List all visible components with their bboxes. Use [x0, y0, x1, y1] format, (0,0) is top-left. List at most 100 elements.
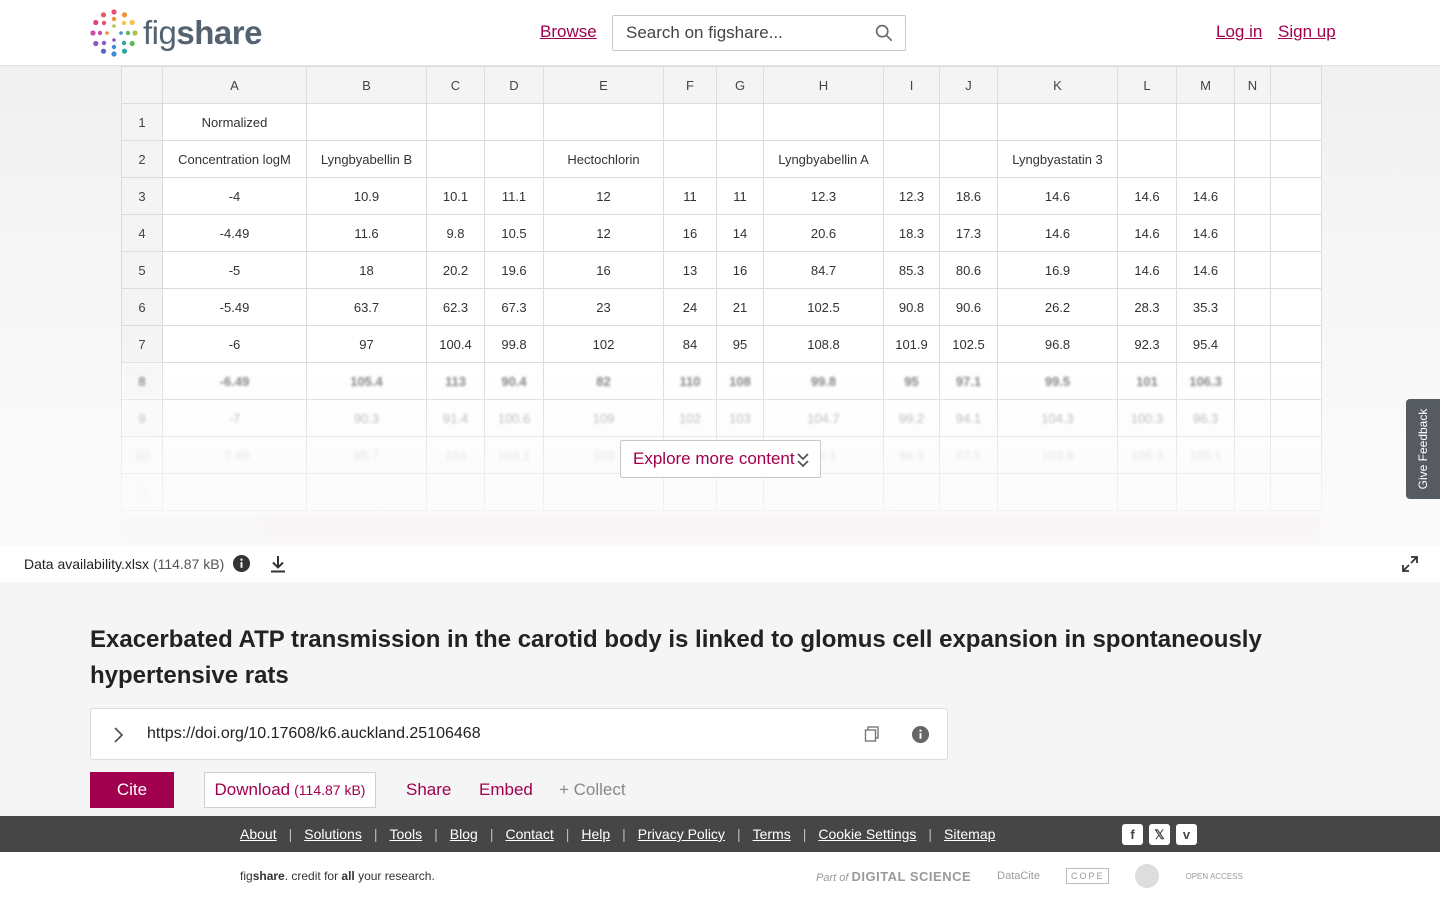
- sheet-row: 9 -7 90.3 91.4 100.6 109 102 103 104.7 99.2 94.1 10…: [121, 399, 1322, 437]
- sheet-cell: 85.3: [883, 251, 940, 289]
- sheet-cell: 100.3: [1117, 399, 1177, 437]
- sheet-cell: 14.6: [1176, 177, 1235, 215]
- copy-icon[interactable]: [863, 725, 881, 743]
- cope-logo[interactable]: COPE: [1065, 868, 1110, 884]
- sheet-cell: [939, 140, 998, 178]
- facebook-icon[interactable]: f: [1122, 824, 1143, 845]
- sheet-cell: [716, 473, 764, 511]
- footer-link-terms[interactable]: Terms: [753, 826, 791, 842]
- logo-fig: fig: [143, 14, 177, 51]
- sheet-cell: 95.7: [306, 436, 427, 474]
- sheet-cell: [484, 473, 544, 511]
- sheet-cell: 92.3: [1117, 325, 1177, 363]
- doi-url[interactable]: https://doi.org/10.17608/k6.auckland.251…: [147, 725, 481, 743]
- sheet-cell: 104: [426, 436, 485, 474]
- embed-link[interactable]: Embed: [479, 780, 533, 800]
- sheet-cell: -6.49: [162, 362, 307, 400]
- figshare-logo[interactable]: figshare: [89, 8, 262, 58]
- explore-more-button[interactable]: Explore more content: [620, 440, 821, 478]
- sheet-cell: [716, 103, 764, 141]
- cite-button[interactable]: Cite: [90, 772, 174, 808]
- search-box: [612, 15, 906, 51]
- seal-logo-icon[interactable]: [1135, 864, 1160, 888]
- x-twitter-icon[interactable]: 𝕏: [1149, 824, 1170, 845]
- sheet-cell: 99.5: [997, 362, 1118, 400]
- download-icon[interactable]: [268, 554, 288, 574]
- footer-link-about[interactable]: About: [240, 826, 277, 842]
- share-link[interactable]: Share: [406, 780, 451, 800]
- sheet-cell: [1234, 140, 1271, 178]
- sheet-cell: [1176, 103, 1235, 141]
- sheet-cell: [1270, 251, 1322, 289]
- article-actions: Cite Download (114.87 kB) Share Embed + C…: [90, 772, 790, 808]
- sheet-cell: 13: [663, 251, 717, 289]
- download-button[interactable]: Download (114.87 kB): [204, 772, 376, 808]
- sheet-cell: 102: [543, 325, 664, 363]
- sheet-cell: 108.8: [763, 325, 884, 363]
- site-footer: About | Solutions | Tools | Blog | Contact | Help |…: [0, 816, 1440, 852]
- footer-link-privacy-policy[interactable]: Privacy Policy: [638, 826, 725, 842]
- search-input[interactable]: [626, 16, 866, 50]
- row-number: 1: [121, 103, 163, 141]
- info-icon[interactable]: [232, 554, 251, 573]
- sheet-cell: 97.1: [939, 362, 998, 400]
- fullscreen-icon[interactable]: [1400, 554, 1420, 574]
- footer-link-tools[interactable]: Tools: [389, 826, 422, 842]
- row-number: 6: [121, 288, 163, 326]
- footer-link-cookie-settings[interactable]: Cookie Settings: [818, 826, 916, 842]
- footer-separator: |: [622, 826, 626, 842]
- sheet-cell: 10.1: [426, 177, 485, 215]
- sheet-cell: 63.7: [306, 288, 427, 326]
- signup-link[interactable]: Sign up: [1278, 22, 1336, 42]
- doi-info-icon[interactable]: [911, 725, 930, 744]
- sheet-cell: 102.5: [939, 325, 998, 363]
- tagline-share: share: [252, 869, 285, 883]
- sheet-cell: 28.3: [1117, 288, 1177, 326]
- datacite-logo[interactable]: DataCite: [997, 870, 1040, 882]
- sheet-cell: [1234, 103, 1271, 141]
- footer-link-sitemap[interactable]: Sitemap: [944, 826, 995, 842]
- open-access-logo[interactable]: OPEN ACCESS: [1185, 872, 1242, 881]
- column-header: I: [883, 66, 940, 104]
- sheet-cell: 35.3: [1176, 288, 1235, 326]
- footer-link-blog[interactable]: Blog: [450, 826, 478, 842]
- sheet-cell: Lyngbyabellin B: [306, 140, 427, 178]
- vimeo-icon[interactable]: v: [1176, 824, 1197, 845]
- column-header: N: [1234, 66, 1271, 104]
- give-feedback-tab[interactable]: Give Feedback: [1406, 399, 1440, 499]
- column-header: G: [716, 66, 764, 104]
- footer-links: About | Solutions | Tools | Blog | Contact | Help |…: [240, 826, 995, 842]
- login-link[interactable]: Log in: [1216, 22, 1262, 42]
- sheet-cell: [1176, 473, 1235, 511]
- sheet-cell: -6: [162, 325, 307, 363]
- digital-science-logo[interactable]: Part of DIGITAL SCIENCE: [816, 869, 971, 884]
- sheet-cell: 99.2: [883, 399, 940, 437]
- sheet-cell: 90.4: [484, 362, 544, 400]
- feedback-label: Give Feedback: [1416, 408, 1430, 490]
- column-header: J: [939, 66, 998, 104]
- chevron-right-icon[interactable]: [111, 725, 125, 745]
- sheet-cell: [1270, 399, 1322, 437]
- sheet-cell: 100.6: [484, 399, 544, 437]
- sheet-cell: 100.4: [426, 325, 485, 363]
- sheet-cell: [1234, 436, 1271, 474]
- footer-link-solutions[interactable]: Solutions: [304, 826, 362, 842]
- footer-link-help[interactable]: Help: [581, 826, 610, 842]
- sheet-tabs: [121, 516, 1321, 546]
- sheet-cell: 108: [716, 362, 764, 400]
- file-size: (114.87 kB): [152, 556, 225, 572]
- column-header: H: [763, 66, 884, 104]
- sheet-cell: 106.3: [1117, 436, 1177, 474]
- collect-link[interactable]: + Collect: [559, 780, 626, 800]
- column-header: C: [426, 66, 485, 104]
- sheet-cell: 20.2: [426, 251, 485, 289]
- sheet-cell: 96.8: [997, 325, 1118, 363]
- search-icon[interactable]: [875, 24, 893, 42]
- browse-link[interactable]: Browse: [540, 22, 597, 42]
- sheet-row: 7 -6 97 100.4 99.8 102 84 95 108.8 101.9 102.5 96.8…: [121, 325, 1322, 363]
- footer-separator: |: [736, 826, 741, 842]
- footer-link-contact[interactable]: Contact: [505, 826, 553, 842]
- sheet-cell: [1270, 288, 1322, 326]
- sheet-cell: 9.8: [426, 214, 485, 252]
- sheet-cell: [939, 103, 998, 141]
